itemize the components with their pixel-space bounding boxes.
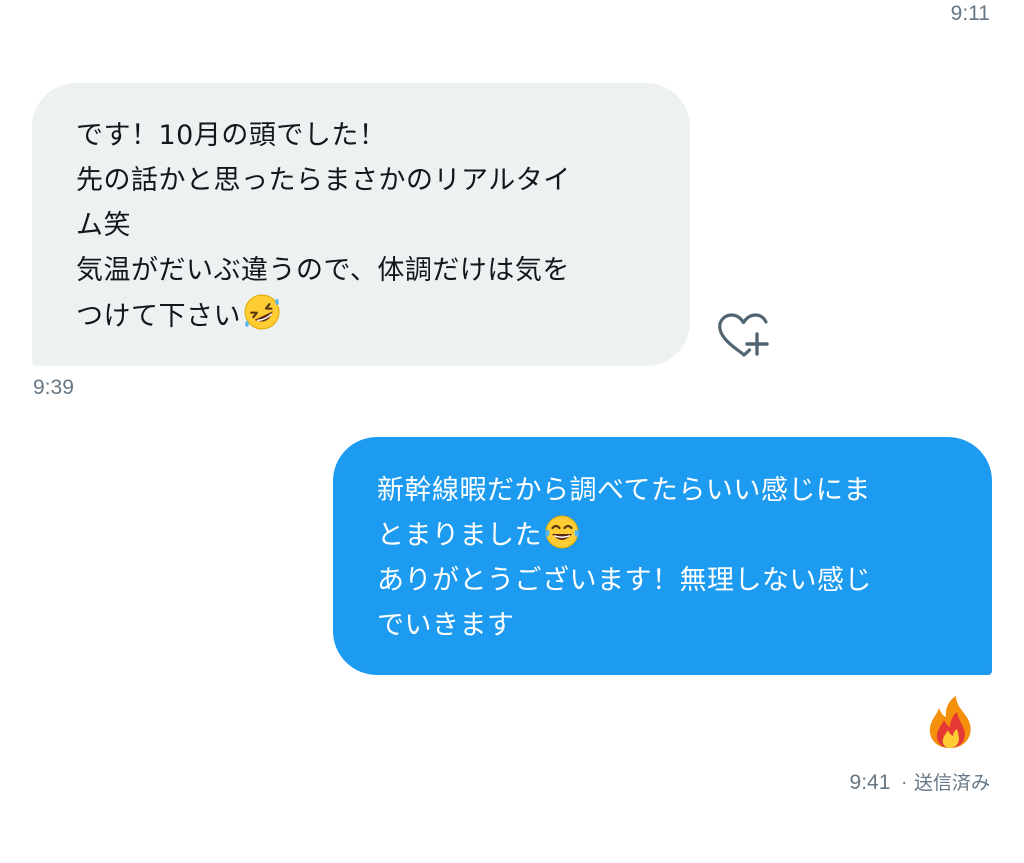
- sent-message-bubble[interactable]: 新幹線暇だから調べてたらいい感じにま とまりました ありがとうございます！無理し…: [333, 437, 992, 675]
- meta-separator: ·: [901, 774, 907, 794]
- message-reaction[interactable]: [925, 694, 975, 750]
- sent-message-meta: 9:41 · 送信済み: [850, 768, 990, 795]
- fire-emoji-icon: [925, 696, 975, 754]
- heart-plus-icon: [716, 313, 772, 366]
- message-line: でいきます: [377, 610, 515, 641]
- message-timestamp: 9:11: [950, 2, 990, 25]
- message-line-text: つけて下さい: [76, 301, 241, 332]
- tears-of-joy-emoji-icon: [544, 514, 580, 564]
- message-line: ありがとうございます！無理しない感じ: [377, 565, 872, 596]
- delivery-status: 送信済み: [913, 772, 990, 794]
- received-message-bubble[interactable]: です！10月の頭でした！ 先の話かと思ったらまさかのリアルタイ ム笑 気温がだい…: [32, 83, 690, 366]
- message-line-text: とまりました: [377, 520, 542, 551]
- received-message-timestamp: 9:39: [33, 376, 74, 399]
- add-reaction-button[interactable]: [716, 312, 772, 362]
- message-line: ム笑: [76, 210, 131, 241]
- message-line-with-emoji: とまりました: [377, 513, 956, 558]
- sent-message-timestamp: 9:41: [849, 771, 891, 794]
- message-line-with-emoji: つけて下さい: [76, 293, 650, 338]
- message-line: 先の話かと思ったらまさかのリアルタイ: [76, 165, 571, 196]
- message-line: です！10月の頭でした！: [76, 120, 387, 151]
- message-line: 新幹線暇だから調べてたらいい感じにま: [377, 475, 871, 506]
- message-line: 気温がだいぶ違うので、体調だけは気を: [76, 255, 570, 286]
- rolling-on-floor-laughing-emoji-icon: [243, 293, 281, 345]
